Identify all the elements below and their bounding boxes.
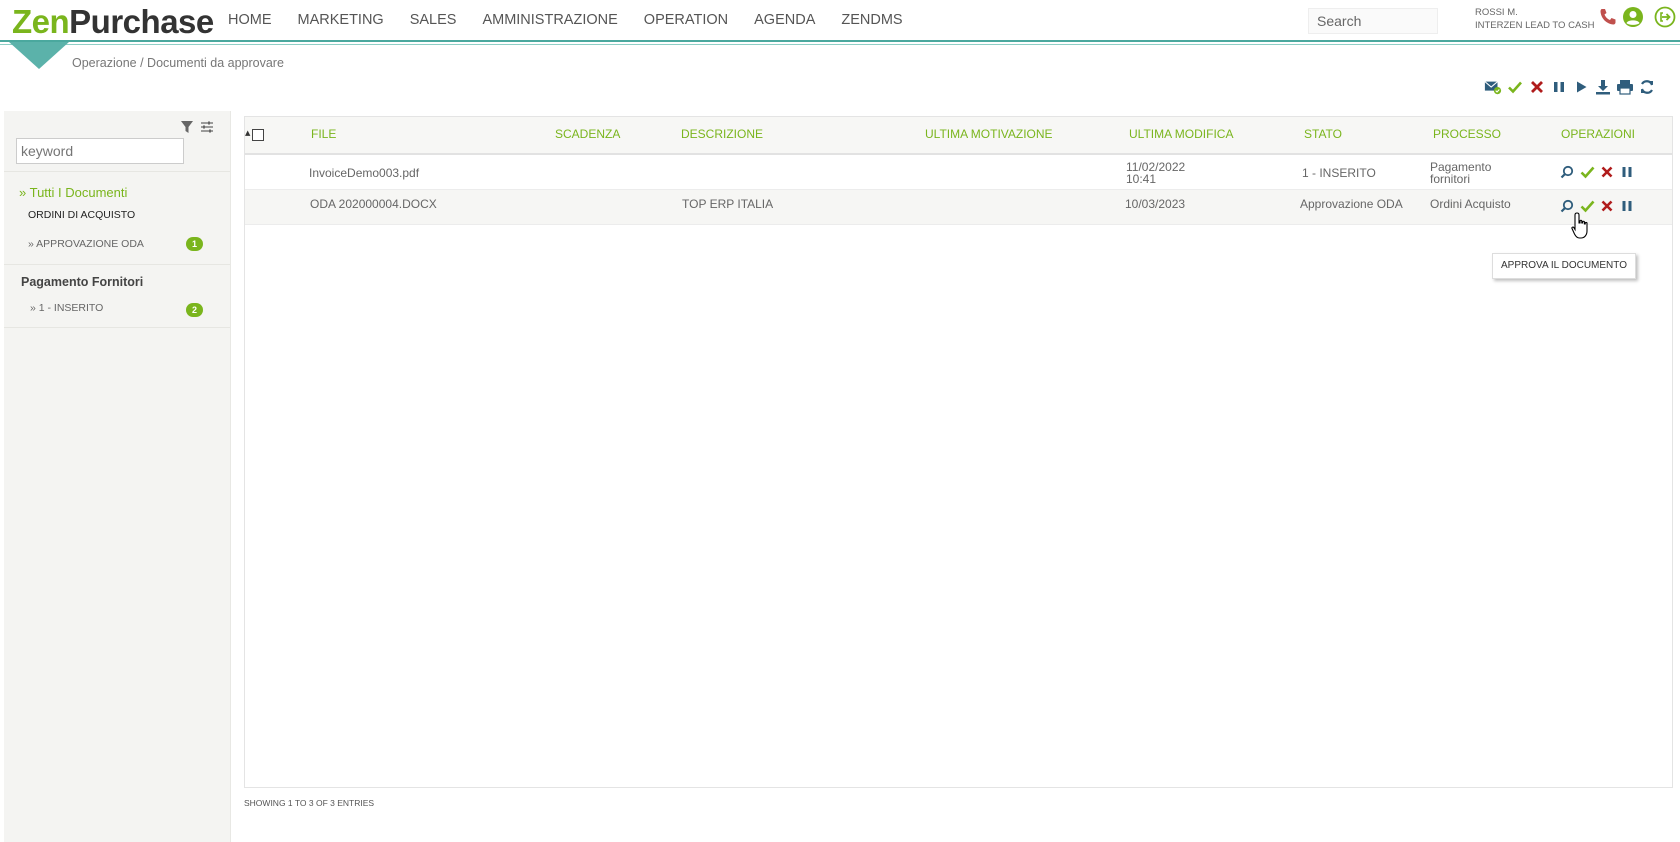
- cell-processo-line1: Ordini Acquisto: [1430, 197, 1511, 211]
- download-icon[interactable]: [1594, 78, 1612, 96]
- cell-file[interactable]: InvoiceDemo003.pdf: [309, 167, 419, 179]
- sort-caret-icon[interactable]: ▲: [245, 129, 250, 137]
- nav-home[interactable]: HOME: [228, 12, 272, 28]
- app-logo[interactable]: ZenPurchase: [12, 3, 214, 41]
- logo-zen: Zen: [12, 3, 70, 40]
- cell-modifica-time: 10:41: [1126, 172, 1157, 186]
- cell-modifica-date: 10/03/2023: [1125, 197, 1186, 211]
- settings-sliders-icon[interactable]: [200, 119, 214, 138]
- col-ultima-modifica[interactable]: ULTIMA MODIFICA: [1129, 127, 1233, 141]
- view-icon[interactable]: [1559, 164, 1575, 180]
- col-operazioni: OPERAZIONI: [1561, 127, 1636, 141]
- cell-stato: Approvazione ODA: [1300, 197, 1403, 211]
- pause-icon[interactable]: [1550, 78, 1568, 96]
- reject-all-icon[interactable]: [1528, 78, 1546, 96]
- sidebar-group-ordini[interactable]: ORDINI DI ACQUISTO: [28, 209, 135, 221]
- col-ultima-motivazione[interactable]: ULTIMA MOTIVAZIONE: [925, 127, 1053, 141]
- top-bar: ZenPurchase HOME MARKETING SALES AMMINIS…: [0, 0, 1680, 44]
- header-divider-light: [0, 44, 1680, 45]
- logo-purchase: Purchase: [69, 3, 214, 40]
- breadcrumb: Operazione / Documenti da approvare: [72, 56, 284, 70]
- nav-agenda[interactable]: AGENDA: [754, 12, 815, 28]
- reject-icon[interactable]: [1599, 164, 1615, 180]
- nav-operation[interactable]: OPERATION: [644, 12, 728, 28]
- col-stato[interactable]: STATO: [1304, 127, 1342, 141]
- search-input[interactable]: [1308, 8, 1438, 34]
- document-toolbar: [1484, 78, 1656, 96]
- print-icon[interactable]: [1616, 78, 1634, 96]
- user-name: ROSSI M.: [1475, 7, 1518, 18]
- reject-icon[interactable]: [1599, 198, 1615, 214]
- count-badge: 1: [186, 237, 203, 251]
- pause-icon[interactable]: [1619, 198, 1635, 214]
- sidebar: » Tutti I Documenti ORDINI DI ACQUISTO »…: [4, 111, 231, 842]
- col-processo[interactable]: PROCESSO: [1433, 127, 1501, 141]
- keyword-input[interactable]: [16, 138, 184, 164]
- header-notch: [9, 42, 69, 69]
- cell-file[interactable]: ODA 202000004.DOCX: [310, 198, 437, 210]
- col-descrizione[interactable]: DESCRIZIONE: [681, 127, 763, 141]
- table-header: ▲ FILE SCADENZA DESCRIZIONE ULTIMA MOTIV…: [245, 117, 1672, 155]
- hand-cursor-icon: [1570, 211, 1594, 245]
- pause-icon[interactable]: [1619, 164, 1635, 180]
- filter-icon[interactable]: [180, 119, 194, 138]
- nav-marketing[interactable]: MARKETING: [298, 12, 384, 28]
- select-all-checkbox[interactable]: [252, 129, 264, 141]
- header-divider: [0, 40, 1680, 42]
- nav-sales[interactable]: SALES: [410, 12, 457, 28]
- sidebar-item-approvazione-oda[interactable]: » APPROVAZIONE ODA: [28, 238, 144, 250]
- sidebar-divider: [4, 264, 230, 265]
- user-info: ROSSI M. INTERZEN LEAD TO CASH: [1475, 6, 1594, 32]
- count-badge: 2: [186, 303, 203, 317]
- nav-zendms[interactable]: ZENDMS: [841, 12, 902, 28]
- approve-icon[interactable]: [1579, 164, 1595, 180]
- cell-stato: 1 - INSERITO: [1302, 166, 1376, 180]
- approve-tooltip: APPROVA IL DOCUMENTO: [1492, 253, 1636, 279]
- col-file[interactable]: FILE: [311, 127, 336, 141]
- user-avatar-icon[interactable]: [1622, 6, 1644, 32]
- cell-processo-line2: fornitori: [1430, 172, 1471, 186]
- table-row[interactable]: InvoiceDemo003.pdf 11/02/2022 10:41 1 - …: [245, 155, 1672, 190]
- sidebar-group-pagamento[interactable]: Pagamento Fornitori: [21, 275, 143, 289]
- mail-approve-icon[interactable]: [1484, 78, 1502, 96]
- table-row[interactable]: ODA 202000004.DOCX TOP ERP ITALIA 10/03/…: [245, 190, 1672, 225]
- logout-icon[interactable]: [1654, 6, 1676, 32]
- col-scadenza[interactable]: SCADENZA: [555, 127, 620, 141]
- row-operations: [1559, 164, 1635, 180]
- documents-table: ▲ FILE SCADENZA DESCRIZIONE ULTIMA MOTIV…: [244, 116, 1673, 788]
- entries-info: SHOWING 1 TO 3 OF 3 ENTRIES: [244, 798, 375, 808]
- nav-amministrazione[interactable]: AMMINISTRAZIONE: [482, 12, 617, 28]
- sidebar-all-documents[interactable]: » Tutti I Documenti: [19, 185, 127, 200]
- sidebar-tools: [180, 119, 214, 138]
- cell-descrizione: TOP ERP ITALIA: [682, 197, 774, 211]
- approve-all-icon[interactable]: [1506, 78, 1524, 96]
- sidebar-divider: [4, 327, 230, 328]
- play-icon[interactable]: [1572, 78, 1590, 96]
- user-company: INTERZEN LEAD TO CASH: [1475, 20, 1595, 31]
- phone-icon[interactable]: [1598, 7, 1618, 31]
- refresh-icon[interactable]: [1638, 78, 1656, 96]
- sidebar-divider: [4, 171, 230, 172]
- main-nav: HOME MARKETING SALES AMMINISTRAZIONE OPE…: [228, 12, 929, 28]
- top-icons: [1598, 6, 1676, 32]
- sidebar-item-inserito[interactable]: » 1 - INSERITO: [30, 302, 103, 314]
